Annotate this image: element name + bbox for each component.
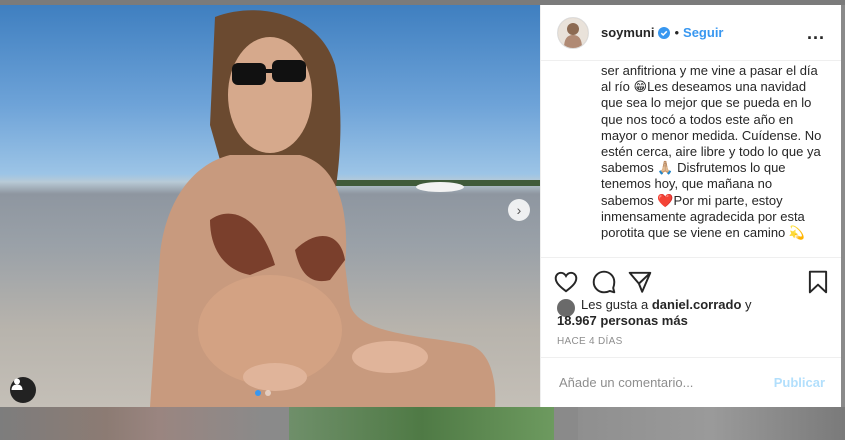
separator-bullet: •: [674, 25, 680, 40]
follow-button[interactable]: Seguir: [683, 25, 723, 40]
publish-button[interactable]: Publicar: [774, 375, 825, 390]
username-link[interactable]: soymuni: [601, 25, 654, 40]
photo-illustration: [150, 10, 540, 407]
heart-icon[interactable]: [553, 269, 579, 295]
post-photo[interactable]: ›: [0, 5, 540, 407]
liker-username-link[interactable]: daniel.corrado: [652, 297, 742, 312]
comment-input[interactable]: [557, 374, 774, 391]
likes-prefix: Les gusta a: [581, 297, 652, 312]
likes-suffix: y: [741, 297, 752, 312]
verified-badge-icon: [658, 26, 671, 39]
background-thumbnail[interactable]: [289, 407, 554, 440]
post-side-panel: soymuni • Seguir ... ser anfitriona y me…: [540, 5, 841, 407]
post-timestamp[interactable]: HACE 4 DÍAS: [557, 336, 623, 347]
profile-picture: [558, 17, 588, 48]
carousel-dot: [265, 390, 271, 396]
likes-line: Les gusta a daniel.corrado y: [581, 297, 752, 313]
likes-count-link[interactable]: 18.967 personas más: [557, 313, 688, 329]
caption-scroll-area[interactable]: ser anfitriona y me vine a pasar el día …: [541, 62, 841, 256]
paper-plane-icon[interactable]: [627, 269, 653, 295]
carousel-dot: [255, 390, 261, 396]
chevron-right-icon: ›: [516, 202, 522, 218]
bookmark-icon[interactable]: [805, 269, 831, 295]
carousel-indicator: [255, 390, 271, 396]
more-options-icon[interactable]: ...: [807, 24, 825, 42]
user-tag-icon: [11, 378, 23, 390]
tagged-users-button[interactable]: [10, 377, 36, 403]
post-caption: ser anfitriona y me vine a pasar el día …: [601, 63, 822, 241]
next-image-button[interactable]: ›: [508, 199, 530, 221]
background-thumbnail[interactable]: [578, 407, 845, 440]
post-header: soymuni • Seguir ...: [541, 5, 841, 61]
background-thumbnail[interactable]: [0, 407, 265, 440]
comment-bar: Publicar: [541, 357, 841, 407]
comment-bubble-icon[interactable]: [591, 269, 617, 295]
avatar[interactable]: [557, 16, 589, 49]
